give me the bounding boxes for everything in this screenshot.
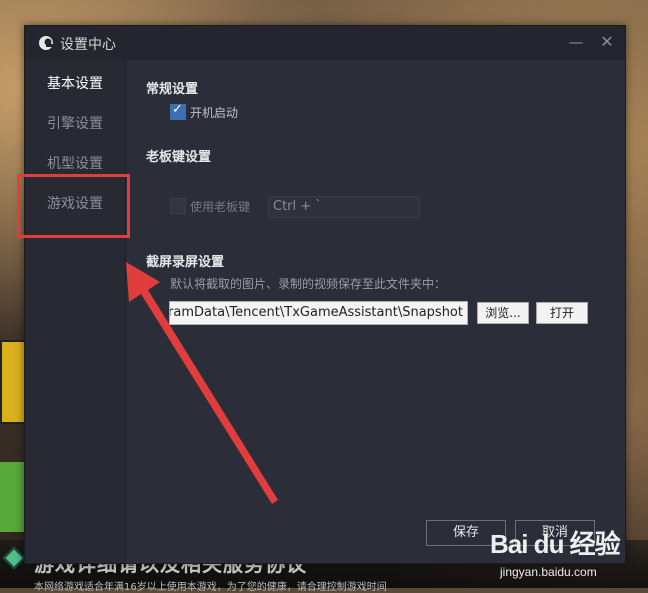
sidebar: 基本设置 引擎设置 机型设置 游戏设置: [25, 60, 126, 563]
background-bottom-small-text: 本网络游戏适合年满16岁以上使用本游戏，为了您的健康，请合理控制游戏时间: [34, 582, 387, 593]
bosskey-section-title: 老板键设置: [146, 150, 212, 165]
checkmark-icon: ✓: [172, 102, 183, 117]
titlebar: 设置中心 — ✕: [25, 26, 625, 60]
settings-dialog: 设置中心 — ✕ 基本设置 引擎设置 机型设置 游戏设置 常规设置 ✓ 开机启动…: [24, 25, 626, 564]
sidebar-item-basic[interactable]: 基本设置: [25, 62, 125, 102]
save-button[interactable]: 保存: [426, 520, 506, 546]
sidebar-item-model[interactable]: 机型设置: [25, 142, 125, 182]
close-button[interactable]: ✕: [597, 32, 617, 52]
window-title: 设置中心: [60, 37, 116, 53]
sidebar-item-game[interactable]: 游戏设置: [25, 182, 125, 222]
capture-path-input[interactable]: gramData\Tencent\TxGameAssistant\Snapsho…: [169, 301, 468, 325]
sidebar-item-label: 机型设置: [47, 156, 103, 172]
sidebar-item-engine[interactable]: 引擎设置: [25, 102, 125, 142]
general-section-title: 常规设置: [146, 82, 199, 97]
sidebar-item-label: 游戏设置: [47, 196, 103, 212]
cancel-button[interactable]: 取消: [515, 520, 595, 546]
autostart-label: 开机启动: [190, 106, 239, 120]
sidebar-item-label: 引擎设置: [47, 116, 103, 132]
autostart-checkbox[interactable]: ✓: [170, 102, 186, 120]
capture-path-value: gramData\Tencent\TxGameAssistant\Snapsho…: [169, 305, 463, 320]
browse-button[interactable]: 浏览...: [477, 302, 529, 324]
bosskey-label: 使用老板键: [190, 200, 251, 214]
capture-section-title: 截屏录屏设置: [146, 255, 225, 270]
bosskey-checkbox[interactable]: [170, 198, 186, 214]
capture-description: 默认将截取的图片、录制的视频保存至此文件夹中：: [170, 277, 447, 291]
sidebar-item-label: 基本设置: [47, 76, 103, 92]
app-logo-icon: [39, 36, 53, 50]
hotkey-input[interactable]: Ctrl + `: [268, 196, 420, 218]
minimize-button[interactable]: —: [566, 32, 586, 52]
settings-content: 常规设置 ✓ 开机启动 老板键设置 使用老板键 Ctrl + ` 截屏录屏设置 …: [126, 60, 625, 563]
background-green-button: [0, 462, 24, 532]
open-folder-button[interactable]: 打开: [536, 302, 588, 324]
